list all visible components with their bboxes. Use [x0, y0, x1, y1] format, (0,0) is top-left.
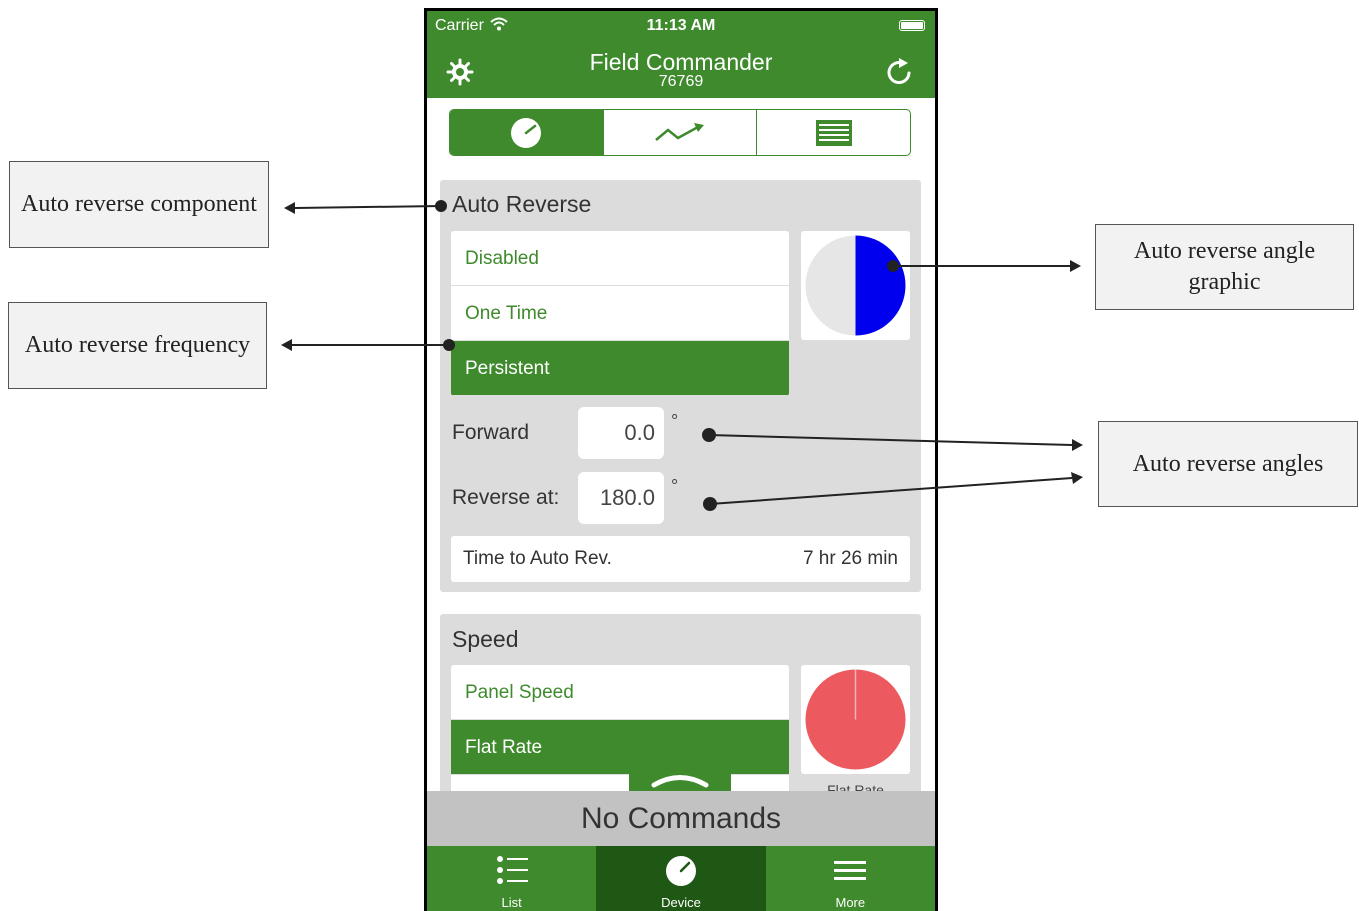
gauge-icon [665, 856, 696, 886]
device-id: 76769 [658, 73, 704, 90]
app-screen: Carrier 11:13 AM Field Commander 76769 A… [427, 11, 935, 911]
segment-trend[interactable] [604, 110, 758, 155]
app-header: Carrier 11:13 AM Field Commander 76769 [427, 11, 935, 98]
table-icon [815, 119, 852, 146]
reverse-at-label: Reverse at: [452, 486, 560, 509]
battery-icon [899, 20, 925, 31]
time-to-auto-reverse-label: Time to Auto Rev. [463, 548, 612, 569]
callout-auto-reverse-angle-graphic: Auto reverse angle graphic [1095, 224, 1354, 310]
gauge-icon [511, 117, 542, 148]
tab-list-label: List [501, 895, 522, 910]
callout-auto-reverse-component: Auto reverse component [9, 161, 269, 248]
forward-label: Forward [452, 421, 530, 444]
callout-auto-reverse-angles: Auto reverse angles [1098, 421, 1358, 507]
option-one-time[interactable]: One Time [451, 286, 789, 341]
callout-auto-reverse-frequency: Auto reverse frequency [8, 302, 267, 389]
angle-pie-chart [805, 235, 906, 336]
app-title: Field Commander [589, 49, 773, 75]
status-time: 11:13 AM [646, 17, 716, 34]
arrow-component [284, 200, 447, 214]
forward-angle-input[interactable]: 0.0 [578, 407, 664, 459]
tab-list[interactable]: List [427, 846, 596, 911]
auto-reverse-title: Auto Reverse [452, 191, 592, 217]
speed-mode-list: Panel Speed Flat Rate [451, 665, 789, 800]
reverse-angle-input[interactable]: 180.0 [578, 472, 664, 524]
reverse-angle-slice [855, 235, 906, 336]
speed-pie-chart [805, 669, 906, 770]
time-to-auto-reverse-row: Time to Auto Rev. 7 hr 26 min [451, 536, 910, 582]
tab-device[interactable]: Device [596, 846, 766, 911]
tab-device-label: Device [661, 895, 701, 910]
commands-bar[interactable]: No Commands [427, 791, 935, 846]
auto-reverse-frequency-list: Disabled One Time Persistent [451, 231, 789, 396]
refresh-icon[interactable] [883, 55, 917, 89]
option-flat-rate[interactable]: Flat Rate [451, 720, 789, 775]
tab-bar: List Device More [427, 846, 935, 911]
time-to-auto-reverse-value: 7 hr 26 min [802, 548, 898, 569]
view-segmented-control [449, 109, 911, 156]
segment-table[interactable] [757, 110, 910, 155]
reverse-degree-symbol: ° [671, 476, 679, 496]
segment-gauge[interactable] [450, 110, 604, 155]
option-panel-speed[interactable]: Panel Speed [451, 665, 789, 720]
option-persistent[interactable]: Persistent [451, 341, 789, 396]
list-icon [496, 856, 528, 884]
option-disabled[interactable]: Disabled [451, 231, 789, 286]
speed-graphic [801, 665, 910, 774]
trend-chart-icon [655, 122, 704, 141]
auto-reverse-card: Auto Reverse Disabled One Time Persisten… [440, 180, 921, 592]
chevron-up-icon [651, 775, 709, 788]
phone-frame: Carrier 11:13 AM Field Commander 76769 A… [424, 8, 938, 911]
menu-icon [834, 861, 867, 880]
speed-title: Speed [452, 626, 519, 652]
tab-more[interactable]: More [766, 846, 935, 911]
tab-more-label: More [835, 895, 866, 910]
auto-reverse-angle-graphic [801, 231, 910, 340]
forward-degree-symbol: ° [671, 411, 679, 431]
